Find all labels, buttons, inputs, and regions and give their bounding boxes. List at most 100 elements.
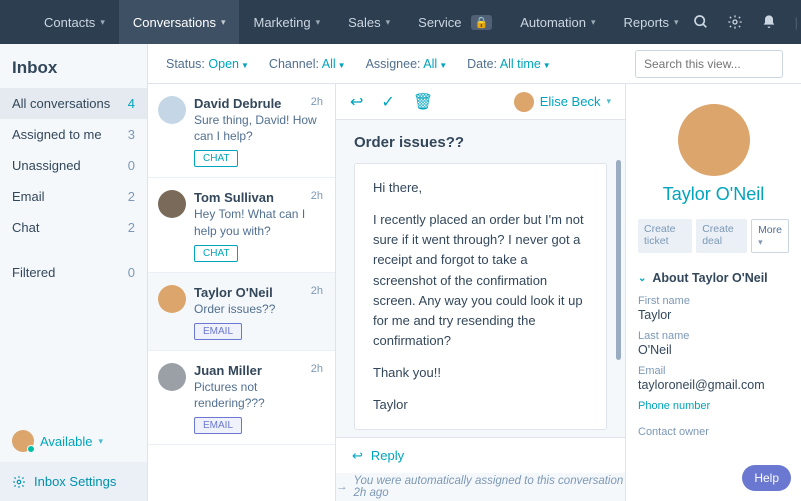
inbox-settings-link[interactable]: Inbox Settings bbox=[0, 462, 147, 501]
conversation-item[interactable]: David Debrule Sure thing, David! How can… bbox=[148, 84, 335, 178]
nav-items: Contacts ▾ Conversations▾ Marketing▾ Sale… bbox=[30, 0, 693, 44]
filter-bar: Status: Open▼ Channel: All▼ Assignee: Al… bbox=[148, 44, 801, 84]
arrow-right-icon: → bbox=[336, 481, 348, 493]
scrollbar[interactable] bbox=[616, 160, 621, 360]
sidebar-count: 0 bbox=[128, 265, 135, 280]
search-view-box[interactable] bbox=[635, 50, 783, 78]
conv-time: 2h bbox=[311, 363, 323, 375]
chevron-down-icon: ▾ bbox=[100, 17, 105, 28]
assignee-selector[interactable]: Elise Beck ▾ bbox=[514, 92, 611, 112]
conv-time: 2h bbox=[311, 96, 323, 108]
reply-icon[interactable]: ↩ bbox=[350, 92, 363, 112]
thread-pane: ↩ ✓ 🗑 Elise Beck ▾ Order issues?? Hi the… bbox=[336, 84, 625, 501]
chevron-down-icon: ▾ bbox=[674, 17, 679, 28]
contact-avatar bbox=[158, 190, 186, 218]
filter-value: All time bbox=[500, 57, 541, 71]
bell-icon[interactable] bbox=[761, 14, 777, 30]
conv-preview: Pictures not rendering??? bbox=[194, 379, 323, 411]
sidebar-item-filtered[interactable]: Filtered 0 bbox=[0, 257, 147, 288]
nav-sales[interactable]: Sales▾ bbox=[334, 0, 404, 44]
settings-label: Inbox Settings bbox=[34, 474, 116, 489]
chevron-down-icon: ▾ bbox=[606, 96, 611, 107]
filter-label: Channel: bbox=[269, 57, 319, 71]
create-deal-button[interactable]: Create deal bbox=[696, 219, 747, 253]
sidebar-item-label: Filtered bbox=[12, 265, 55, 280]
nav-conversations[interactable]: Conversations▾ bbox=[119, 0, 240, 44]
email-body: I recently placed an order but I'm not s… bbox=[373, 210, 588, 351]
caret-down-icon: ▾ bbox=[758, 237, 763, 247]
thread-subject: Order issues?? bbox=[354, 134, 607, 151]
nav-label: Reports bbox=[624, 15, 670, 30]
conv-name: Taylor O'Neil bbox=[194, 285, 323, 300]
nav-reports[interactable]: Reports ▾ bbox=[610, 0, 693, 44]
conv-preview: Hey Tom! What can I help you with? bbox=[194, 206, 323, 238]
sidebar-title: Inbox bbox=[0, 44, 147, 88]
contact-avatar bbox=[158, 363, 186, 391]
filter-label: Status: bbox=[166, 57, 205, 71]
status-label: Available bbox=[40, 434, 93, 449]
filter-status[interactable]: Status: Open▼ bbox=[166, 57, 249, 71]
filter-channel[interactable]: Channel: All▼ bbox=[269, 57, 346, 71]
section-title: About Taylor O'Neil bbox=[652, 271, 767, 285]
nav-label: Contacts bbox=[44, 15, 95, 30]
search-icon[interactable] bbox=[693, 14, 709, 30]
filter-value: All bbox=[423, 57, 437, 71]
search-input[interactable] bbox=[644, 57, 799, 71]
email-card: Hi there, I recently placed an order but… bbox=[354, 163, 607, 430]
thread-toolbar: ↩ ✓ 🗑 Elise Beck ▾ bbox=[336, 84, 625, 120]
nav-marketing[interactable]: Marketing▾ bbox=[239, 0, 334, 44]
nav-label: Service bbox=[418, 15, 461, 30]
channel-badge: EMAIL bbox=[194, 323, 242, 340]
field-value[interactable]: tayloroneil@gmail.com bbox=[638, 378, 789, 392]
top-nav: Contacts ▾ Conversations▾ Marketing▾ Sale… bbox=[0, 0, 801, 44]
sidebar-item-email[interactable]: Email2 bbox=[0, 181, 147, 212]
chevron-down-icon: ▾ bbox=[316, 17, 321, 28]
nav-contacts[interactable]: Contacts ▾ bbox=[30, 0, 119, 44]
conv-preview: Sure thing, David! How can I help? bbox=[194, 112, 323, 144]
more-button[interactable]: More ▾ bbox=[751, 219, 789, 253]
sidebar-item-chat[interactable]: Chat2 bbox=[0, 212, 147, 243]
field-value[interactable]: Taylor bbox=[638, 308, 789, 322]
conv-name: David Debrule bbox=[194, 96, 323, 111]
about-section-header[interactable]: ⌄About Taylor O'Neil bbox=[638, 271, 789, 285]
gear-icon[interactable] bbox=[727, 14, 743, 30]
trash-icon[interactable]: 🗑 bbox=[413, 92, 433, 112]
email-greeting: Hi there, bbox=[373, 178, 588, 198]
contact-name[interactable]: Taylor O'Neil bbox=[638, 184, 789, 205]
create-ticket-button[interactable]: Create ticket bbox=[638, 219, 692, 253]
auto-assign-text: You were automatically assigned to this … bbox=[354, 475, 626, 499]
contact-avatar bbox=[158, 285, 186, 313]
field-label-link[interactable]: Phone number bbox=[638, 400, 789, 412]
nav-automation[interactable]: Automation▾ bbox=[506, 0, 609, 44]
caret-down-icon: ▼ bbox=[241, 61, 249, 70]
conversation-list: David Debrule Sure thing, David! How can… bbox=[148, 84, 336, 501]
availability-status[interactable]: Available ▾ bbox=[0, 420, 147, 462]
filter-date[interactable]: Date: All time▼ bbox=[467, 57, 551, 71]
more-label: More bbox=[758, 224, 782, 236]
help-button[interactable]: Help bbox=[742, 465, 791, 491]
nav-service[interactable]: Service 🔒 bbox=[404, 0, 506, 44]
filter-assignee[interactable]: Assignee: All▼ bbox=[366, 57, 448, 71]
field-value[interactable]: O'Neil bbox=[638, 343, 789, 357]
email-thanks: Thank you!! bbox=[373, 363, 588, 383]
channel-badge: CHAT bbox=[194, 245, 238, 262]
reply-button[interactable]: ↩ Reply bbox=[336, 437, 625, 473]
sidebar-item-all[interactable]: All conversations4 bbox=[0, 88, 147, 119]
check-icon[interactable]: ✓ bbox=[381, 92, 394, 112]
sidebar-item-unassigned[interactable]: Unassigned0 bbox=[0, 150, 147, 181]
conversation-item[interactable]: Juan Miller Pictures not rendering??? EM… bbox=[148, 351, 335, 445]
filter-value: All bbox=[322, 57, 336, 71]
sidebar-count: 4 bbox=[128, 96, 135, 111]
nav-label: Sales bbox=[348, 15, 381, 30]
email-signature: Taylor bbox=[373, 395, 588, 415]
sidebar-item-assigned[interactable]: Assigned to me3 bbox=[0, 119, 147, 150]
lock-icon: 🔒 bbox=[471, 15, 493, 30]
conversation-item[interactable]: Taylor O'Neil Order issues?? EMAIL 2h bbox=[148, 273, 335, 351]
sidebar-count: 2 bbox=[128, 189, 135, 204]
filter-label: Date: bbox=[467, 57, 497, 71]
contact-avatar-large bbox=[678, 104, 750, 176]
chevron-down-icon: ▾ bbox=[221, 17, 226, 28]
conversation-item[interactable]: Tom Sullivan Hey Tom! What can I help yo… bbox=[148, 178, 335, 272]
field-label: Email bbox=[638, 365, 789, 377]
conv-preview: Order issues?? bbox=[194, 301, 323, 317]
